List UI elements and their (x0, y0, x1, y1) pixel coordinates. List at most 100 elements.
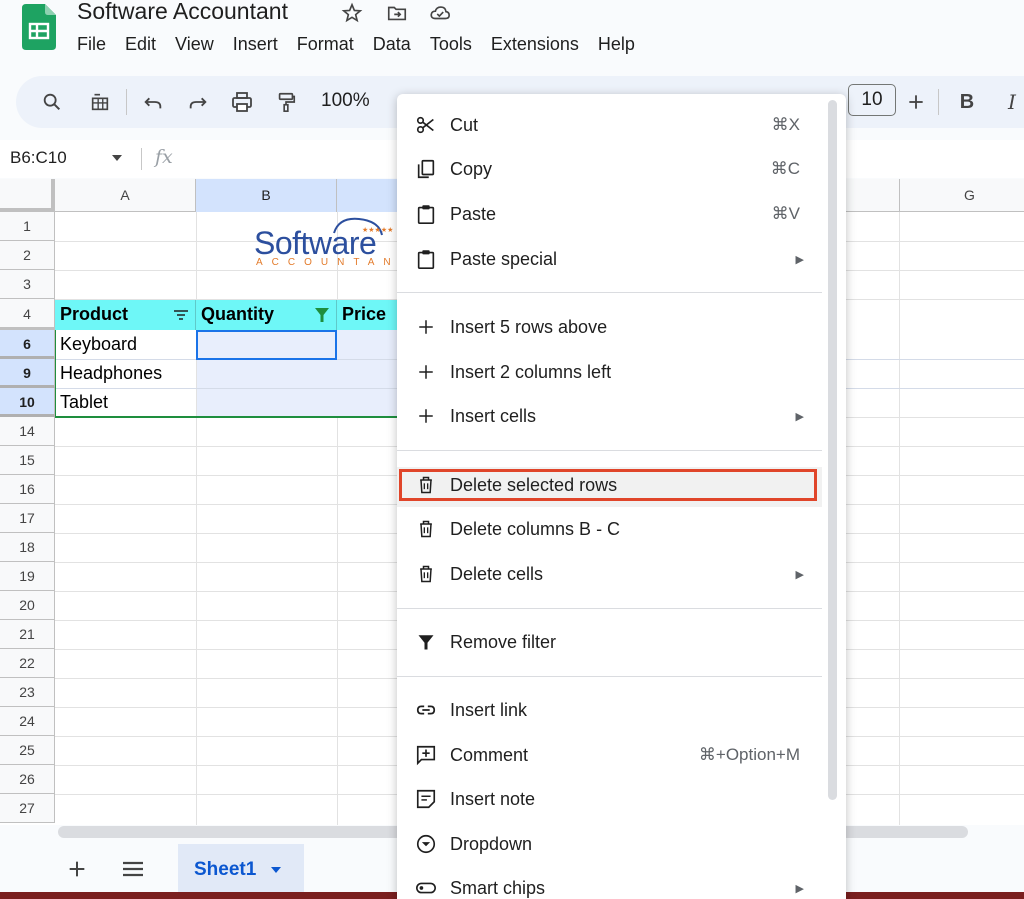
column-header-a[interactable]: A (55, 179, 196, 212)
zoom-select[interactable]: 100% (321, 90, 370, 112)
menu-item-copy[interactable]: Copy ⌘C (397, 147, 822, 191)
header-product-label: Product (60, 304, 129, 324)
menu-item-cut[interactable]: Cut ⌘X (397, 103, 822, 147)
filter-lines-icon[interactable] (173, 308, 189, 322)
row-header[interactable]: 21 (0, 620, 55, 649)
row-header[interactable]: 3 (0, 270, 55, 299)
bold-button[interactable]: B (953, 88, 981, 116)
paint-format-button[interactable] (272, 88, 300, 116)
redo-button[interactable] (184, 88, 212, 116)
cloud-saved-icon[interactable] (429, 2, 451, 24)
row-header[interactable]: 27 (0, 794, 55, 823)
print-button[interactable] (228, 88, 256, 116)
row-header[interactable]: 26 (0, 765, 55, 794)
row-header[interactable]: 9 (0, 359, 55, 388)
shortcut-label: ⌘V (771, 204, 800, 223)
menu-file[interactable]: File (77, 34, 106, 58)
templates-button[interactable] (86, 88, 114, 116)
menu-item-delete-cells[interactable]: Delete cells ▶ (397, 552, 822, 596)
row-header[interactable]: 25 (0, 736, 55, 765)
star-icon[interactable] (341, 2, 363, 24)
fx-icon: fx (155, 146, 173, 168)
row-header[interactable]: 2 (0, 241, 55, 270)
row-header[interactable]: 1 (0, 212, 55, 241)
row-header[interactable]: 17 (0, 504, 55, 533)
menu-item-insert-columns-left[interactable]: Insert 2 columns left (397, 350, 822, 394)
copy-icon (414, 157, 438, 181)
note-icon (414, 787, 438, 811)
row-header[interactable]: 14 (0, 417, 55, 446)
row-header[interactable]: 20 (0, 591, 55, 620)
menu-item-comment[interactable]: Comment ⌘+Option+M (397, 733, 822, 777)
submenu-arrow-icon: ▶ (795, 253, 804, 266)
row-header[interactable]: 4 (0, 299, 55, 330)
menu-help[interactable]: Help (598, 34, 635, 58)
row-header[interactable]: 15 (0, 446, 55, 475)
clipboard-icon (414, 247, 438, 271)
menu-item-dropdown[interactable]: Dropdown (397, 822, 822, 866)
menu-view[interactable]: View (175, 34, 214, 58)
menu-edit[interactable]: Edit (125, 34, 156, 58)
menu-item-label: Dropdown (450, 833, 533, 854)
row-header[interactable]: 23 (0, 678, 55, 707)
font-size-input[interactable]: 10 (848, 84, 896, 116)
row-header[interactable]: 6 (0, 330, 55, 359)
add-sheet-icon[interactable] (66, 858, 88, 880)
software-accountant-logo[interactable]: ★★★★★ Software ACCOUNTANT (254, 213, 404, 271)
menu-format[interactable]: Format (297, 34, 354, 58)
shortcut-label: ⌘+Option+M (698, 745, 800, 764)
cell-product[interactable]: Keyboard (55, 330, 196, 359)
move-folder-icon[interactable] (386, 2, 408, 24)
document-title[interactable]: Software Accountant (77, 0, 288, 25)
menu-extensions[interactable]: Extensions (491, 34, 579, 58)
sheet-tab-sheet1[interactable]: Sheet1 (178, 844, 304, 896)
column-header-b[interactable]: B (196, 179, 337, 212)
menu-data[interactable]: Data (373, 34, 411, 58)
undo-button[interactable] (139, 88, 167, 116)
row-header[interactable]: 18 (0, 533, 55, 562)
header-cell-product[interactable]: Product (55, 300, 196, 330)
row-header[interactable]: 10 (0, 388, 55, 417)
column-header-g[interactable]: G (900, 179, 1024, 212)
row-header[interactable]: 19 (0, 562, 55, 591)
active-cell[interactable] (196, 330, 337, 360)
search-menus-button[interactable] (38, 88, 66, 116)
caret-down-icon[interactable] (270, 866, 282, 874)
menu-item-insert-link[interactable]: Insert link (397, 688, 822, 732)
select-all-corner[interactable] (0, 179, 55, 212)
scissors-icon (414, 113, 438, 137)
sheets-logo-icon[interactable] (22, 4, 56, 50)
menu-item-paste[interactable]: Paste ⌘V (397, 192, 822, 236)
menu-item-label: Cut (450, 114, 479, 135)
menu-item-insert-cells[interactable]: Insert cells ▶ (397, 394, 822, 438)
menu-separator (397, 608, 822, 609)
smart-chips-icon (414, 876, 438, 899)
italic-button[interactable]: I (998, 88, 1024, 116)
menu-item-paste-special[interactable]: Paste special ▶ (397, 237, 822, 281)
menu-insert[interactable]: Insert (233, 34, 278, 58)
menu-item-label: Delete cells (450, 563, 544, 584)
menu-item-insert-note[interactable]: Insert note (397, 777, 822, 821)
menu-item-label: Delete columns B - C (450, 518, 621, 539)
caret-down-icon[interactable] (111, 154, 123, 162)
menu-tools[interactable]: Tools (430, 34, 472, 58)
row-header[interactable]: 24 (0, 707, 55, 736)
filter-funnel-icon[interactable] (315, 308, 329, 323)
cell-product[interactable]: Headphones (55, 359, 196, 388)
row-header[interactable]: 16 (0, 475, 55, 504)
context-menu-scrollbar[interactable] (828, 100, 837, 800)
menu-item-insert-rows-above[interactable]: Insert 5 rows above (397, 305, 822, 349)
row-header[interactable]: 22 (0, 649, 55, 678)
menu-item-label: Smart chips (450, 877, 546, 898)
all-sheets-menu-icon[interactable] (121, 858, 145, 880)
trash-icon (414, 562, 438, 586)
increase-font-size-button[interactable] (902, 88, 930, 116)
menu-item-remove-filter[interactable]: Remove filter (397, 620, 822, 664)
name-box[interactable]: B6:C10 (10, 148, 67, 168)
cell-product[interactable]: Tablet (55, 388, 196, 417)
gridline (899, 212, 900, 825)
menu-item-smart-chips[interactable]: Smart chips ▶ (397, 866, 822, 899)
menu-separator (397, 292, 822, 293)
header-cell-quantity[interactable]: Quantity (196, 300, 337, 330)
menu-item-delete-columns[interactable]: Delete columns B - C (397, 507, 822, 551)
